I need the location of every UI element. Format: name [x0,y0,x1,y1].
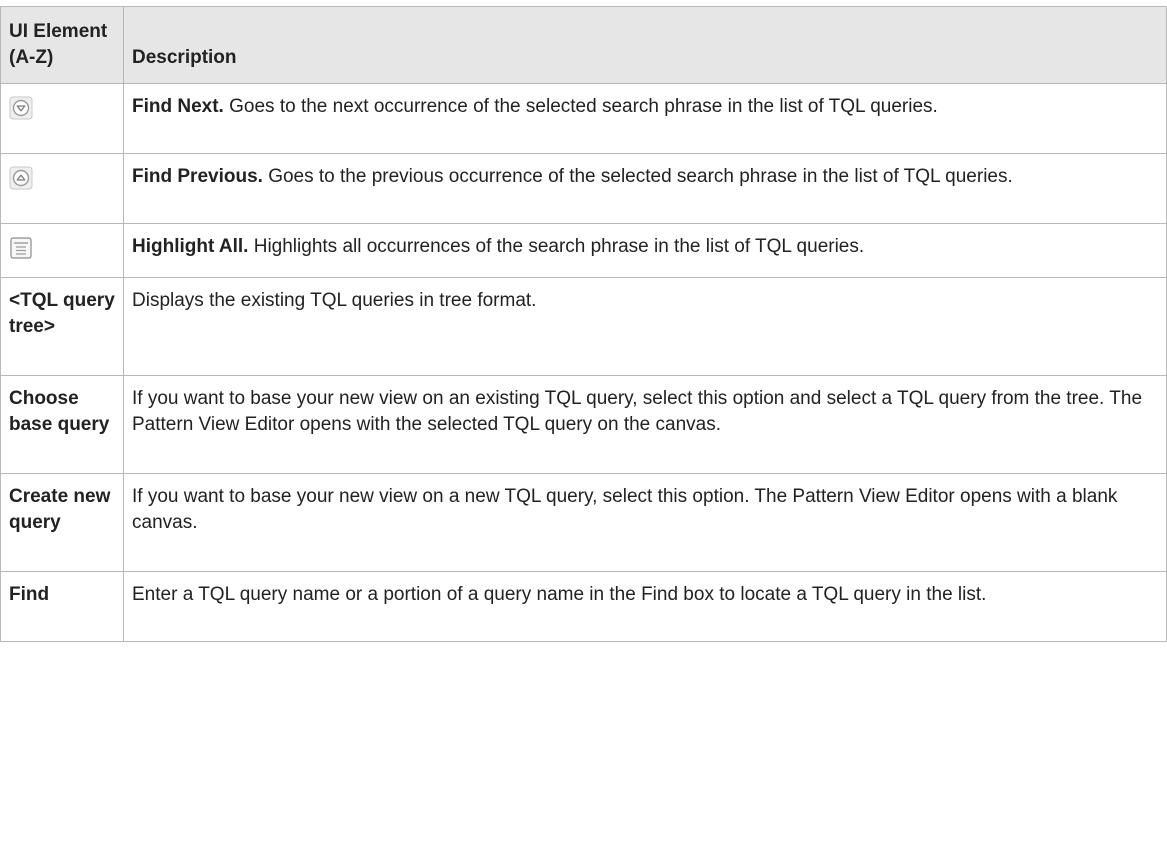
ui-elements-table: UI Element (A-Z) Description Find Next. … [0,6,1167,642]
header-ui-element: UI Element (A-Z) [0,6,124,84]
row-description-cell: Find Next. Goes to the next occurrence o… [123,83,1167,154]
row-element-cell [0,223,124,278]
table-row: Create new query If you want to base you… [0,473,1167,572]
lead-term: Highlight All. [132,236,249,257]
row-element-cell: Choose base query [0,375,124,474]
row-element-cell [0,83,124,154]
table-row: Find Next. Goes to the next occurrence o… [0,83,1167,154]
find-next-icon [9,96,33,120]
row-description-cell: Highlight All. Highlights all occurrence… [123,223,1167,278]
row-element-cell: Create new query [0,473,124,572]
header-description: Description [123,6,1167,84]
description-text: Goes to the previous occurrence of the s… [262,166,1013,187]
description-text: Goes to the next occurrence of the selec… [223,96,938,117]
table-row: Choose base query If you want to base yo… [0,375,1167,474]
row-description-cell: Displays the existing TQL queries in tre… [123,277,1167,376]
row-element-cell: Find [0,571,124,642]
table-row: Find Enter a TQL query name or a portion… [0,571,1167,642]
row-description-cell: Enter a TQL query name or a portion of a… [123,571,1167,642]
lead-term: Find Next. [132,96,224,117]
table-body: Find Next. Goes to the next occurrence o… [0,83,1167,642]
table-row: Find Previous. Goes to the previous occu… [0,153,1167,224]
table-row: Highlight All. Highlights all occurrence… [0,223,1167,278]
table-header: UI Element (A-Z) Description [0,6,1167,84]
row-element-cell: <TQL query tree> [0,277,124,376]
lead-term: Find Previous. [132,166,263,187]
highlight-all-icon [10,237,32,259]
row-description-cell: Find Previous. Goes to the previous occu… [123,153,1167,224]
find-previous-icon [9,166,33,190]
header-row: UI Element (A-Z) Description [0,6,1167,84]
table-row: <TQL query tree> Displays the existing T… [0,277,1167,376]
row-description-cell: If you want to base your new view on an … [123,375,1167,474]
row-description-cell: If you want to base your new view on a n… [123,473,1167,572]
row-element-cell [0,153,124,224]
description-text: Highlights all occurrences of the search… [248,236,865,257]
